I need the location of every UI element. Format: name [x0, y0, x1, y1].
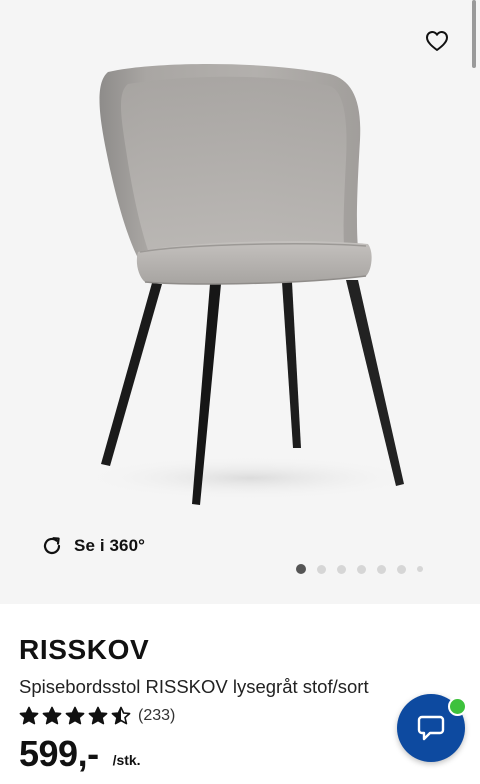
star-icon [42, 706, 62, 725]
gallery-dot[interactable] [357, 564, 366, 574]
gallery-dot[interactable] [397, 564, 406, 574]
gallery-dot[interactable] [337, 564, 346, 574]
price-value: 599,- [19, 733, 99, 774]
review-count: (233) [138, 707, 176, 724]
online-indicator-dot [448, 697, 467, 716]
view-360-button[interactable]: Se i 360° [40, 530, 145, 562]
gallery-dot[interactable] [417, 566, 423, 572]
product-image-chair [80, 64, 420, 505]
product-image-gallery[interactable]: Se i 360° [0, 0, 480, 604]
product-price: 599,- /stk. [19, 734, 141, 774]
product-description: Spisebordsstol RISSKOV lysegråt stof/sor… [19, 676, 369, 697]
heart-outline-icon [426, 31, 448, 51]
product-info: RISSKOV Spisebordsstol RISSKOV lysegråt … [0, 604, 480, 784]
chat-bubble-icon [417, 715, 445, 741]
favorite-button[interactable] [422, 26, 452, 56]
gallery-pagination [296, 563, 423, 575]
product-title: RISSKOV [19, 634, 150, 665]
rating-stars [19, 706, 131, 726]
star-icon [65, 706, 85, 725]
gallery-dot[interactable] [377, 564, 386, 574]
product-rating[interactable]: (233) [19, 706, 175, 726]
rotate-icon [43, 537, 61, 555]
star-icon [19, 706, 39, 725]
gallery-dot-active[interactable] [296, 564, 306, 574]
view-360-label: Se i 360° [74, 536, 146, 555]
price-unit: /stk. [112, 752, 141, 768]
page-scrollbar-thumb[interactable] [472, 0, 476, 68]
gallery-dot[interactable] [317, 564, 326, 574]
star-icon [88, 706, 108, 725]
star-icon [111, 706, 131, 725]
